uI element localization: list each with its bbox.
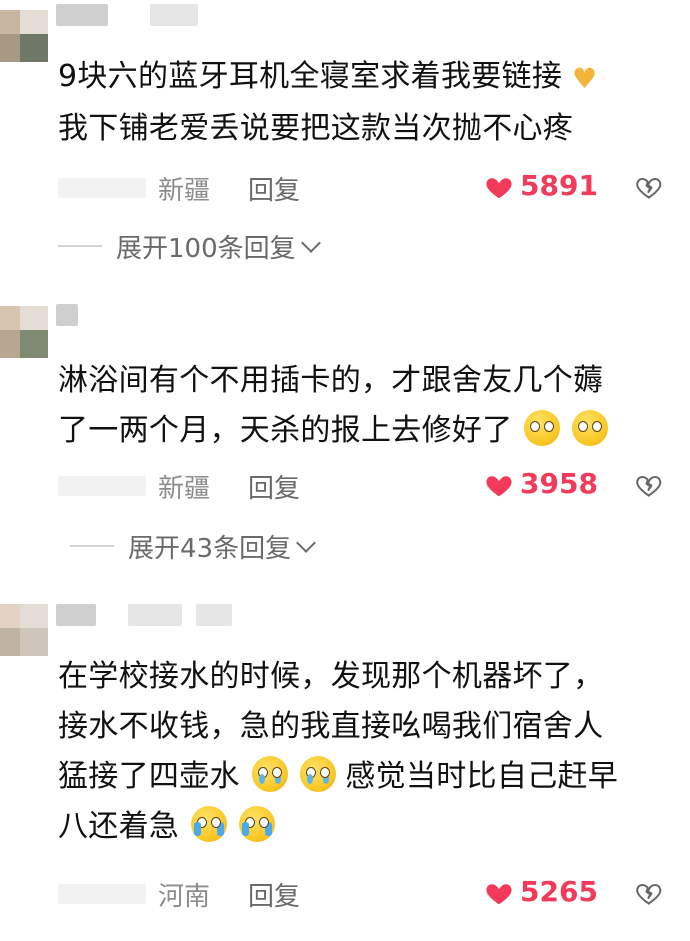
timestamp-blurred xyxy=(58,178,146,198)
crying-emoji-icon xyxy=(238,806,275,842)
comment-text: 淋浴间有个不用插卡的，才跟舍友几个薅 了一两个月，天杀的报上去修好了 xyxy=(58,356,658,456)
finger-heart-emoji-icon: ♥︎ xyxy=(572,62,598,95)
like-count: 5891 xyxy=(520,169,598,202)
username-blurred xyxy=(128,604,182,626)
username-blurred[interactable] xyxy=(56,4,108,26)
location-label: 新疆 xyxy=(158,474,211,504)
avatar[interactable] xyxy=(0,306,48,358)
expand-replies-label: 展开100条回复 xyxy=(116,233,296,264)
broken-heart-icon[interactable] xyxy=(634,878,664,908)
smiley-emoji-icon xyxy=(572,410,609,446)
username-blurred[interactable] xyxy=(56,604,96,626)
comment-2: 淋浴间有个不用插卡的，才跟舍友几个薅 了一两个月，天杀的报上去修好了 新疆 回复… xyxy=(0,296,690,586)
broken-heart-icon[interactable] xyxy=(634,172,664,202)
divider xyxy=(70,545,114,547)
username-blurred xyxy=(150,4,198,26)
reply-button[interactable]: 回复 xyxy=(248,170,300,207)
like-count: 5265 xyxy=(520,875,598,908)
timestamp-blurred xyxy=(58,884,146,904)
divider xyxy=(58,245,102,247)
expand-replies-button[interactable]: 展开100条回复 xyxy=(58,226,321,266)
expand-replies-label: 展开43条回复 xyxy=(128,533,292,564)
comment-line: 猛接了四壶水 xyxy=(58,759,240,794)
location-label: 新疆 xyxy=(158,176,211,206)
comment-line: 八还着急 xyxy=(58,809,180,844)
expand-replies-button[interactable]: 展开43条回复 xyxy=(70,526,316,566)
broken-heart-icon[interactable] xyxy=(634,470,664,500)
avatar[interactable] xyxy=(0,10,48,62)
chevron-down-icon xyxy=(300,233,321,253)
avatar[interactable] xyxy=(0,604,48,656)
crying-emoji-icon xyxy=(191,806,228,842)
comment-text: 9块六的蓝牙耳机全寝室求着我要链接 ♥︎ 我下铺老爱丢说要把这款当次抛不心疼 xyxy=(58,52,658,154)
comment-3: 在学校接水的时候，发现那个机器坏了， 接水不收钱，急的我直接吆喝我们宿舍人 猛接… xyxy=(0,598,690,941)
reply-button[interactable]: 回复 xyxy=(248,468,300,505)
comment-text: 在学校接水的时候，发现那个机器坏了， 接水不收钱，急的我直接吆喝我们宿舍人 猛接… xyxy=(58,652,658,852)
comment-feed: 9块六的蓝牙耳机全寝室求着我要链接 ♥︎ 我下铺老爱丢说要把这款当次抛不心疼 新… xyxy=(0,0,690,941)
heart-icon[interactable] xyxy=(484,172,514,202)
comment-line: 我下铺老爱丢说要把这款当次抛不心疼 xyxy=(58,111,574,146)
heart-icon[interactable] xyxy=(484,470,514,500)
teary-emoji-icon xyxy=(251,756,288,792)
comment-line: 9块六的蓝牙耳机全寝室求着我要链接 xyxy=(58,59,563,94)
username-blurred xyxy=(196,604,232,626)
comment-meta: 新疆 回复 3958 xyxy=(58,466,668,506)
reply-button[interactable]: 回复 xyxy=(248,876,300,913)
timestamp-blurred xyxy=(58,476,146,496)
comment-line: 了一两个月，天杀的报上去修好了 xyxy=(58,413,513,448)
smiley-emoji-icon xyxy=(524,410,561,446)
like-count: 3958 xyxy=(520,467,598,500)
comment-1: 9块六的蓝牙耳机全寝室求着我要链接 ♥︎ 我下铺老爱丢说要把这款当次抛不心疼 新… xyxy=(0,0,690,280)
comment-meta: 新疆 回复 5891 xyxy=(58,168,668,208)
comment-line: 感觉当时比自己赶早 xyxy=(345,759,619,794)
comment-line: 淋浴间有个不用插卡的，才跟舍友几个薅 xyxy=(58,363,604,398)
comment-meta: 河南 回复 5265 xyxy=(58,874,668,914)
username-blurred[interactable] xyxy=(56,304,78,326)
teary-emoji-icon xyxy=(299,756,336,792)
location-label: 河南 xyxy=(158,882,211,912)
comment-line: 在学校接水的时候，发现那个机器坏了， xyxy=(58,659,604,694)
heart-icon[interactable] xyxy=(484,878,514,908)
comment-line: 接水不收钱，急的我直接吆喝我们宿舍人 xyxy=(58,709,604,744)
chevron-down-icon xyxy=(296,533,316,553)
